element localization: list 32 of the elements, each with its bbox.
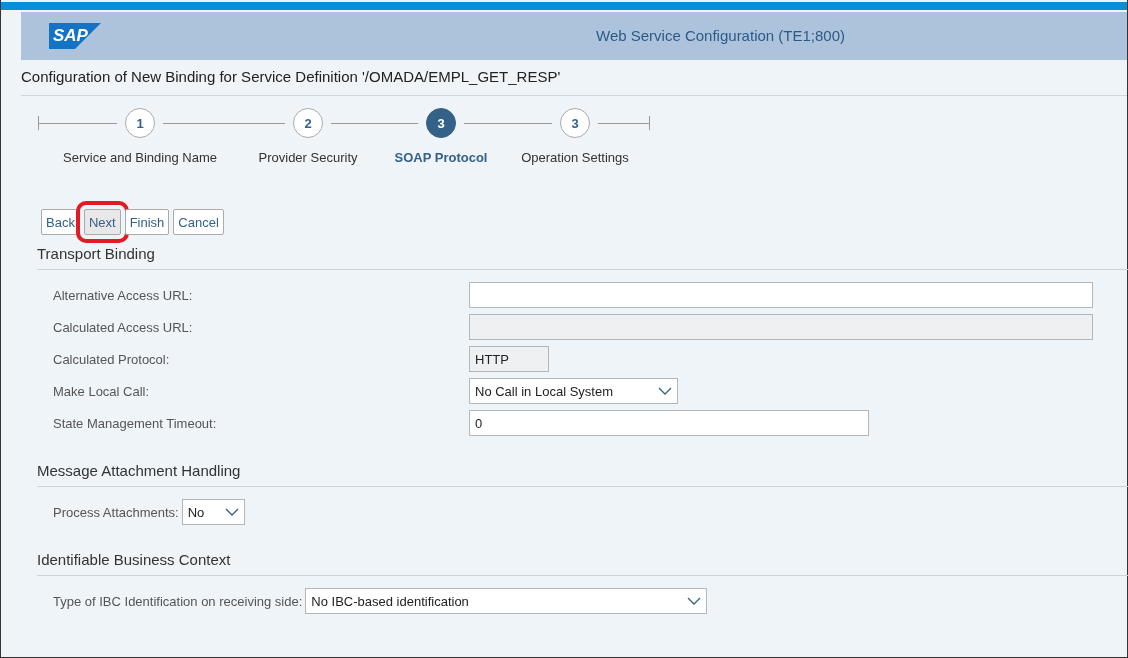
step-label: Service and Binding Name: [63, 150, 217, 165]
field-label: State Management Timeout:: [53, 415, 218, 431]
field-label: Process Attachments:: [53, 504, 179, 520]
wizard-button[interactable]: Cancel: [173, 209, 224, 235]
step-circle[interactable]: 3: [560, 108, 590, 138]
field-label: Make Local Call:: [53, 383, 151, 399]
logo: SAP: [49, 23, 101, 49]
step-label: Operation Settings: [521, 150, 629, 165]
step-circle[interactable]: 2: [293, 108, 323, 138]
section-title: Message Attachment Handling: [37, 454, 1128, 487]
field-label: Calculated Access URL:: [53, 319, 194, 335]
dropdown[interactable]: No Call in Local System: [469, 378, 678, 404]
input-field[interactable]: 0: [469, 410, 869, 436]
step-label: Provider Security: [258, 150, 358, 165]
step-circle[interactable]: 1: [125, 108, 155, 138]
section-title: Transport Binding: [37, 237, 1128, 270]
readonly-field: HTTP: [469, 346, 549, 372]
wizard-button[interactable]: Finish: [124, 209, 170, 235]
field-label: Calculated Protocol:: [53, 351, 171, 367]
field-label: Type of IBC Identification on receiving side:: [53, 593, 303, 609]
input-field[interactable]: [469, 282, 1093, 308]
chevron-down-icon: [224, 508, 239, 516]
chevron-down-icon: [658, 387, 672, 395]
window-title: Web Service Configuration (TE1;800): [596, 27, 845, 44]
field-label: Alternative Access URL:: [53, 287, 194, 303]
dropdown[interactable]: No IBC-based identification: [305, 588, 708, 614]
page-title: Configuration of New Binding for Service Definition '/OMADA/EMPL_GET_RESP': [20, 67, 562, 87]
step-label: SOAP Protocol: [394, 150, 488, 165]
dropdown[interactable]: No: [181, 499, 245, 525]
chevron-down-icon: [687, 597, 702, 605]
section-title: Identifiable Business Context: [37, 543, 1128, 576]
step-circle[interactable]: 3: [426, 108, 456, 138]
